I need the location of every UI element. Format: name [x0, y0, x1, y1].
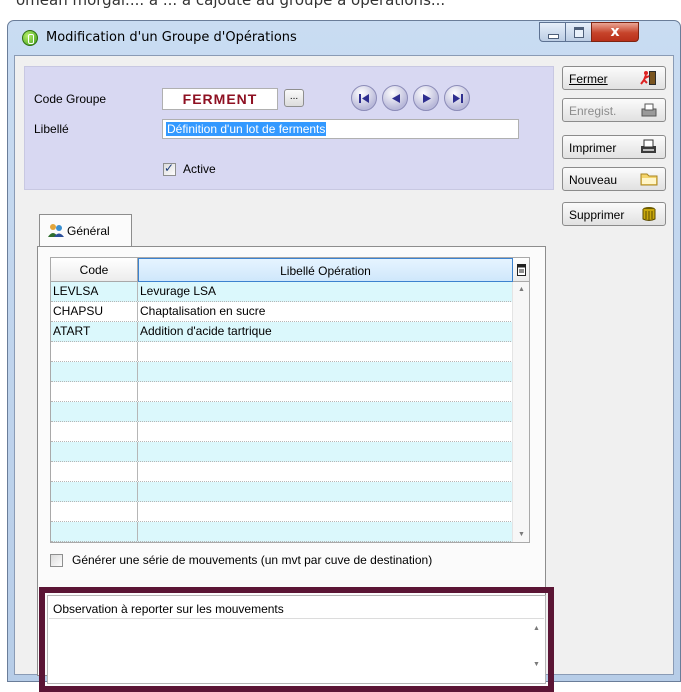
scroll-up-icon[interactable]: ▲ — [518, 286, 525, 293]
empty-row[interactable] — [51, 382, 513, 402]
observation-highlight: Observation à reporter sur les mouvement… — [39, 587, 554, 692]
folder-icon — [640, 173, 658, 186]
scroll-down-icon[interactable]: ▼ — [533, 661, 540, 668]
observation-label: Observation à reporter sur les mouvement… — [53, 602, 284, 616]
code-groupe-label: Code Groupe — [34, 92, 107, 106]
cell-code: ATART — [51, 322, 138, 341]
previous-record-button[interactable] — [382, 85, 408, 111]
column-settings-button[interactable] — [513, 258, 529, 282]
cell-code: LEVLSA — [51, 282, 138, 301]
empty-row[interactable] — [51, 402, 513, 422]
next-record-icon — [423, 94, 431, 103]
empty-row[interactable] — [51, 362, 513, 382]
window-close-button[interactable]: x — [591, 22, 639, 42]
empty-row[interactable] — [51, 482, 513, 502]
empty-row[interactable] — [51, 422, 513, 442]
close-icon: x — [610, 24, 620, 40]
first-record-icon — [359, 94, 369, 103]
cell-code: CHAPSU — [51, 302, 138, 321]
empty-row[interactable] — [51, 522, 513, 542]
observation-group: Observation à reporter sur les mouvement… — [47, 595, 546, 684]
new-button[interactable]: Nouveau — [562, 167, 666, 191]
libelle-label: Libellé — [34, 122, 69, 136]
close-form-label: Fermer — [569, 72, 608, 86]
background-text: omean morgai.... a ... a cajoute au grou… — [16, 0, 446, 9]
save-label: Enregist. — [569, 104, 617, 118]
delete-label: Supprimer — [569, 208, 625, 222]
observation-scrollbar[interactable]: ▲ ▼ — [528, 619, 545, 679]
table-row[interactable]: ATART Addition d'acide tartrique — [51, 322, 513, 342]
next-record-button[interactable] — [413, 85, 439, 111]
tab-general-label: Général — [67, 224, 110, 238]
cell-label: Levurage LSA — [140, 284, 217, 298]
maximize-button[interactable] — [565, 22, 592, 42]
active-label: Active — [183, 162, 216, 176]
table-row[interactable]: LEVLSA Levurage LSA — [51, 282, 513, 302]
printer-gray-icon — [641, 103, 657, 117]
header-panel: Code Groupe FERMENT ... Libellé Définiti… — [24, 66, 554, 190]
column-header-code[interactable]: Code — [51, 258, 138, 282]
running-man-icon — [640, 71, 656, 85]
generate-series-label: Générer une série de mouvements (un mvt … — [72, 553, 433, 567]
column-settings-icon — [516, 264, 526, 276]
dialog-window: Modification d'un Groupe d'Opérations x … — [7, 20, 681, 692]
last-record-icon — [453, 94, 463, 103]
active-checkbox[interactable]: ✓ — [163, 161, 176, 176]
scroll-up-icon[interactable]: ▲ — [533, 625, 540, 632]
empty-row[interactable] — [51, 442, 513, 462]
user-group-icon — [48, 224, 64, 237]
table-row[interactable]: CHAPSU Chaptalisation en sucre — [51, 302, 513, 322]
print-button[interactable]: Imprimer — [562, 135, 666, 159]
column-header-libelle[interactable]: Libellé Opération — [138, 258, 513, 282]
operations-grid[interactable]: Code Libellé Opération LEVLSA Levurage LS… — [50, 257, 530, 543]
libelle-field[interactable]: Définition d'un lot de ferments — [162, 119, 519, 139]
empty-row[interactable] — [51, 342, 513, 362]
checkmark-icon: ✓ — [164, 161, 175, 175]
window-title: Modification d'un Groupe d'Opérations — [46, 30, 297, 45]
libelle-value: Définition d'un lot de ferments — [166, 122, 327, 136]
generate-series-checkbox[interactable] — [50, 554, 63, 567]
printer-icon — [641, 139, 656, 153]
trash-can-icon — [642, 207, 656, 221]
cell-label: Addition d'acide tartrique — [140, 324, 272, 338]
first-record-button[interactable] — [351, 85, 377, 111]
tab-general[interactable]: Général — [39, 214, 132, 247]
empty-row[interactable] — [51, 502, 513, 522]
app-icon — [22, 30, 38, 46]
title-bar[interactable]: Modification d'un Groupe d'Opérations x — [8, 21, 680, 55]
code-groupe-field[interactable]: FERMENT — [162, 88, 278, 110]
previous-record-icon — [392, 94, 400, 103]
empty-row[interactable] — [51, 462, 513, 482]
code-lookup-button[interactable]: ... — [284, 89, 304, 107]
observation-textarea[interactable] — [49, 618, 544, 679]
save-button[interactable]: Enregist. — [562, 98, 666, 122]
grid-scrollbar[interactable]: ▲ ▼ — [512, 282, 529, 542]
grid-rows: LEVLSA Levurage LSA CHAPSU Chaptalisation … — [51, 282, 513, 542]
close-form-button[interactable]: Fermer — [562, 66, 666, 90]
print-label: Imprimer — [569, 141, 617, 155]
last-record-button[interactable] — [444, 85, 470, 111]
minimize-button[interactable] — [539, 22, 566, 42]
delete-button[interactable]: Supprimer — [562, 202, 666, 226]
dialog-client-area: Code Groupe FERMENT ... Libellé Définiti… — [14, 55, 674, 692]
scroll-down-icon[interactable]: ▼ — [518, 531, 525, 538]
new-label: Nouveau — [569, 173, 618, 187]
cell-label: Chaptalisation en sucre — [140, 304, 266, 318]
